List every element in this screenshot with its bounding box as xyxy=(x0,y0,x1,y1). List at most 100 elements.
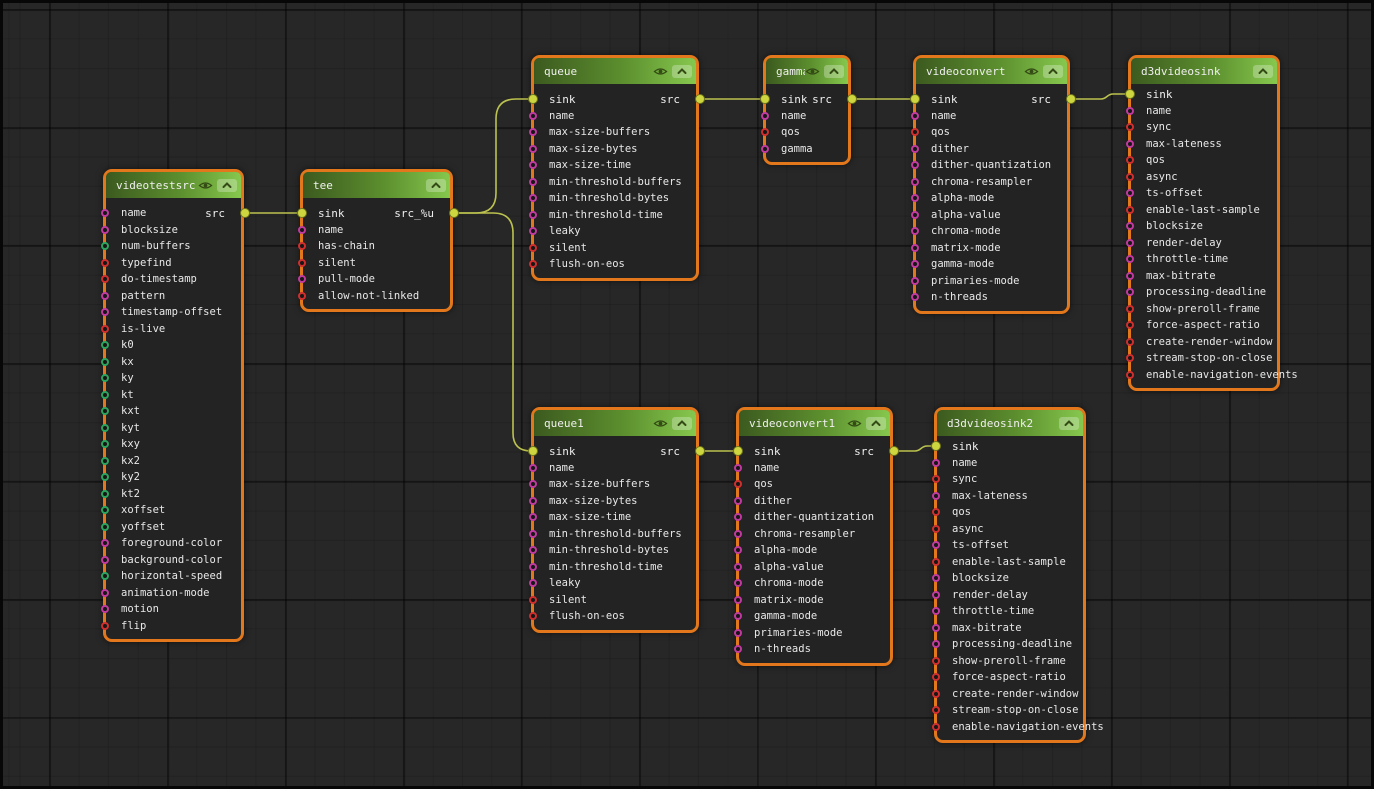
property-port[interactable] xyxy=(932,541,940,549)
property-port[interactable] xyxy=(932,475,940,483)
wire-tee.src_%u-to-queue1.sink[interactable] xyxy=(453,213,531,451)
src-port[interactable] xyxy=(449,208,459,218)
property-port[interactable] xyxy=(932,607,940,615)
node-d3dvideosink2[interactable]: d3dvideosink2sinknamesyncmax-latenessqos… xyxy=(934,407,1086,743)
collapse-button[interactable] xyxy=(426,179,446,192)
property-port[interactable] xyxy=(529,579,537,587)
property-port[interactable] xyxy=(932,706,940,714)
node-titlebar[interactable]: gamma xyxy=(766,58,848,84)
collapse-button[interactable] xyxy=(1253,65,1273,78)
property-port[interactable] xyxy=(734,563,742,571)
property-port[interactable] xyxy=(932,492,940,500)
eye-icon[interactable] xyxy=(653,418,668,429)
property-port[interactable] xyxy=(1126,288,1134,296)
property-port[interactable] xyxy=(1126,107,1134,115)
eye-icon[interactable] xyxy=(805,66,820,77)
node-queue1[interactable]: queue1sinksrcnamemax-size-buffersmax-siz… xyxy=(531,407,699,633)
property-port[interactable] xyxy=(734,579,742,587)
node-queue[interactable]: queuesinksrcnamemax-size-buffersmax-size… xyxy=(531,55,699,281)
property-port[interactable] xyxy=(529,260,537,268)
property-port[interactable] xyxy=(101,539,109,547)
property-port[interactable] xyxy=(734,612,742,620)
property-port[interactable] xyxy=(101,556,109,564)
property-port[interactable] xyxy=(101,605,109,613)
property-port[interactable] xyxy=(932,459,940,467)
node-d3dvideosink[interactable]: d3dvideosinksinknamesyncmax-latenessqosa… xyxy=(1128,55,1280,391)
property-port[interactable] xyxy=(911,112,919,120)
property-port[interactable] xyxy=(734,629,742,637)
node-titlebar[interactable]: d3dvideosink2 xyxy=(937,410,1083,436)
sink-port[interactable] xyxy=(760,94,770,104)
property-port[interactable] xyxy=(911,194,919,202)
property-port[interactable] xyxy=(298,226,306,234)
property-port[interactable] xyxy=(734,546,742,554)
node-gamma[interactable]: gammasinksrcnameqosgamma xyxy=(763,55,851,165)
node-videoconvert1[interactable]: videoconvert1sinksrcnameqosditherdither-… xyxy=(736,407,893,666)
property-port[interactable] xyxy=(911,260,919,268)
property-port[interactable] xyxy=(1126,371,1134,379)
property-port[interactable] xyxy=(529,227,537,235)
property-port[interactable] xyxy=(1126,140,1134,148)
property-port[interactable] xyxy=(529,128,537,136)
node-titlebar[interactable]: queue xyxy=(534,58,696,84)
property-port[interactable] xyxy=(101,341,109,349)
property-port[interactable] xyxy=(1126,156,1134,164)
sink-port[interactable] xyxy=(931,441,941,451)
node-videoconvert[interactable]: videoconvertsinksrcnameqosditherdither-q… xyxy=(913,55,1070,314)
collapse-button[interactable] xyxy=(672,417,692,430)
property-port[interactable] xyxy=(932,525,940,533)
property-port[interactable] xyxy=(529,563,537,571)
node-videotestsrc[interactable]: videotestsrcnamesrcblocksizenum-bufferst… xyxy=(103,169,244,642)
property-port[interactable] xyxy=(1126,338,1134,346)
wire-videoconvert1.src-to-d3dvideosink2.sink[interactable] xyxy=(893,446,934,451)
property-port[interactable] xyxy=(932,723,940,731)
property-port[interactable] xyxy=(529,161,537,169)
property-port[interactable] xyxy=(911,178,919,186)
collapse-button[interactable] xyxy=(672,65,692,78)
sink-port[interactable] xyxy=(528,94,538,104)
collapse-button[interactable] xyxy=(217,179,237,192)
eye-icon[interactable] xyxy=(1024,66,1039,77)
property-port[interactable] xyxy=(101,490,109,498)
node-tee[interactable]: teesinksrc_%unamehas-chainsilentpull-mod… xyxy=(300,169,453,312)
property-port[interactable] xyxy=(101,391,109,399)
property-port[interactable] xyxy=(298,242,306,250)
node-titlebar[interactable]: videoconvert xyxy=(916,58,1067,84)
property-port[interactable] xyxy=(101,242,109,250)
wire-tee.src_%u-to-queue.sink[interactable] xyxy=(453,99,531,213)
property-port[interactable] xyxy=(529,546,537,554)
property-port[interactable] xyxy=(932,690,940,698)
src-port[interactable] xyxy=(240,208,250,218)
property-port[interactable] xyxy=(1126,272,1134,280)
property-port[interactable] xyxy=(101,209,109,217)
sink-port[interactable] xyxy=(733,446,743,456)
property-port[interactable] xyxy=(298,292,306,300)
property-port[interactable] xyxy=(932,624,940,632)
src-port[interactable] xyxy=(847,94,857,104)
property-port[interactable] xyxy=(932,574,940,582)
graph-canvas[interactable]: videotestsrcnamesrcblocksizenum-bufferst… xyxy=(0,0,1374,789)
src-port[interactable] xyxy=(695,94,705,104)
node-titlebar[interactable]: videoconvert1 xyxy=(739,410,890,436)
property-port[interactable] xyxy=(1126,321,1134,329)
eye-icon[interactable] xyxy=(847,418,862,429)
property-port[interactable] xyxy=(734,530,742,538)
property-port[interactable] xyxy=(529,513,537,521)
property-port[interactable] xyxy=(932,640,940,648)
eye-icon[interactable] xyxy=(198,180,213,191)
property-port[interactable] xyxy=(932,591,940,599)
wire-videoconvert.src-to-d3dvideosink.sink[interactable] xyxy=(1070,94,1128,99)
node-titlebar[interactable]: d3dvideosink xyxy=(1131,58,1277,84)
property-port[interactable] xyxy=(734,464,742,472)
property-port[interactable] xyxy=(101,226,109,234)
property-port[interactable] xyxy=(734,497,742,505)
property-port[interactable] xyxy=(734,596,742,604)
property-port[interactable] xyxy=(101,308,109,316)
eye-icon[interactable] xyxy=(653,66,668,77)
node-titlebar[interactable]: tee xyxy=(303,172,450,198)
property-port[interactable] xyxy=(101,440,109,448)
property-port[interactable] xyxy=(911,145,919,153)
property-port[interactable] xyxy=(911,161,919,169)
property-port[interactable] xyxy=(101,506,109,514)
property-port[interactable] xyxy=(911,293,919,301)
